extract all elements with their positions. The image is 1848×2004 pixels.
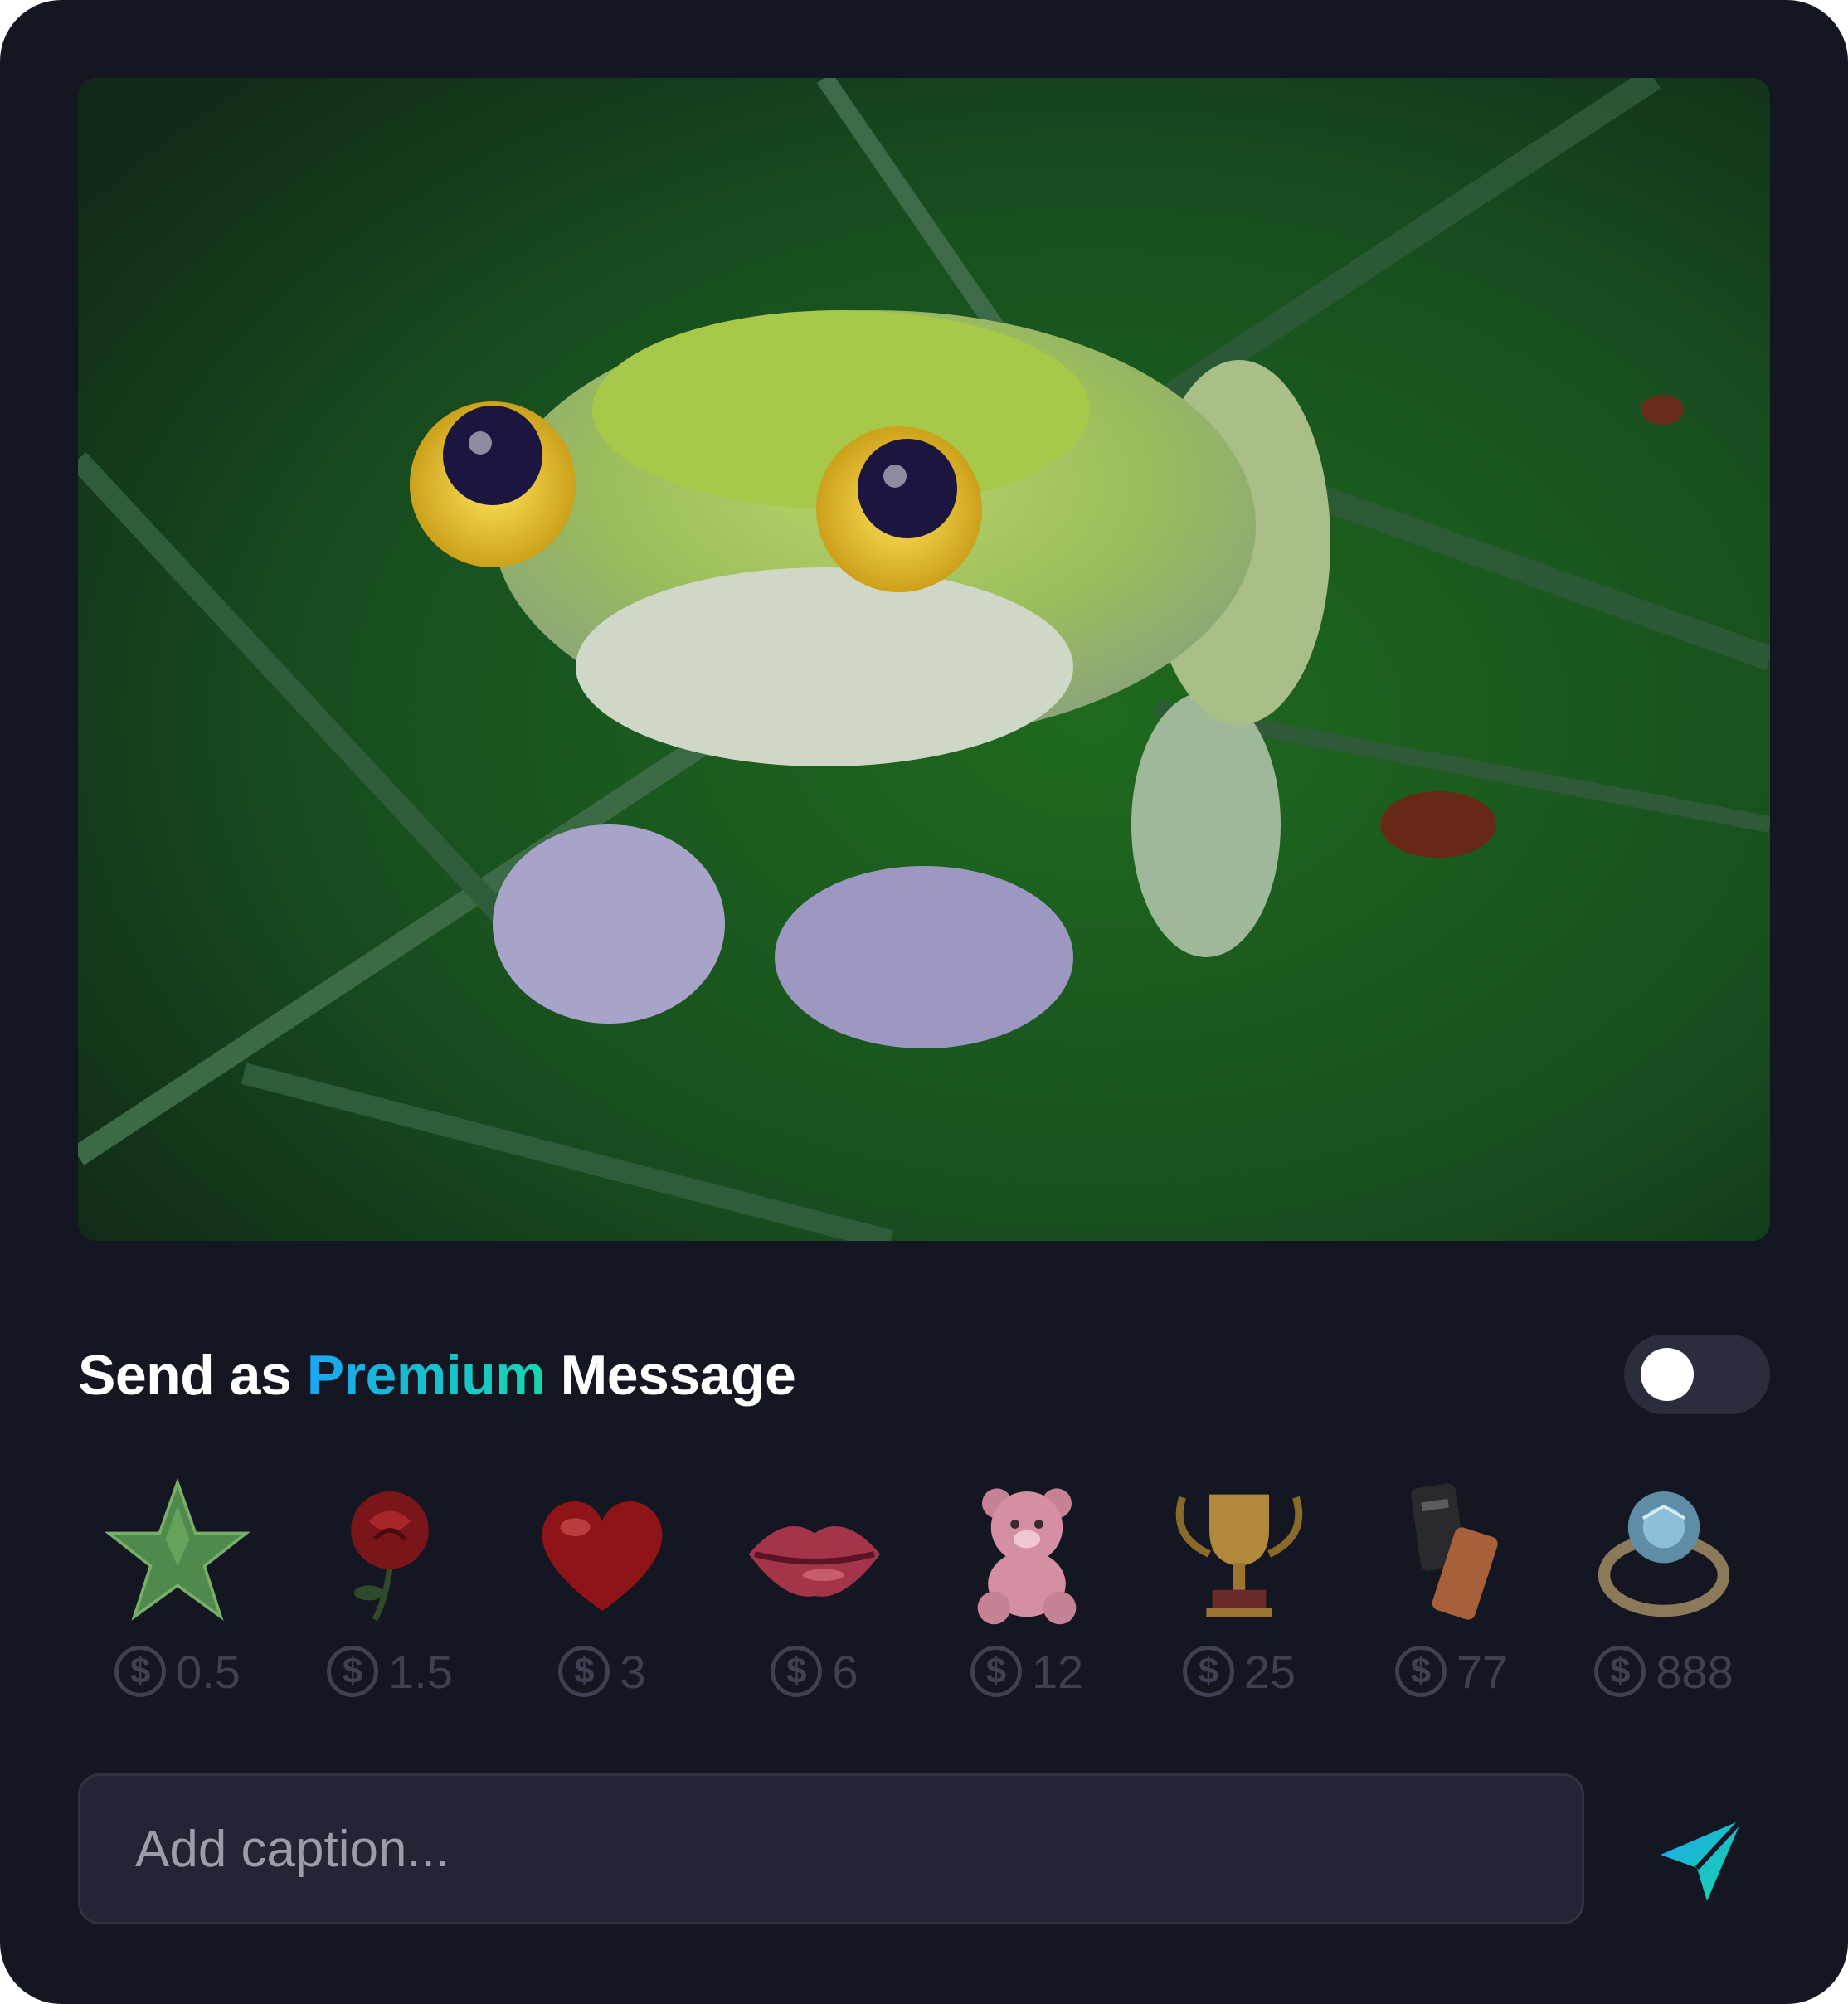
gift-price: $ 77 bbox=[1352, 1642, 1551, 1700]
caption-field[interactable] bbox=[78, 1773, 1584, 1924]
premium-media-composer: Send as Premium Message $ 0.5 $ 1.5 $ 3 … bbox=[0, 0, 1848, 2004]
gift-price-value: 888 bbox=[1656, 1645, 1734, 1698]
gift-price: $ 25 bbox=[1140, 1642, 1339, 1700]
premium-label-highlight: Premium bbox=[306, 1344, 546, 1407]
coin-icon: $ bbox=[1182, 1646, 1234, 1697]
coin-icon: $ bbox=[558, 1646, 610, 1697]
gift-price-value: 6 bbox=[832, 1645, 858, 1698]
gift-trophy[interactable]: $ 25 bbox=[1140, 1476, 1339, 1709]
coin-icon: $ bbox=[1594, 1646, 1646, 1697]
gift-star[interactable]: $ 0.5 bbox=[78, 1476, 277, 1709]
gift-price: $ 3 bbox=[503, 1642, 702, 1700]
send-icon bbox=[1661, 1817, 1744, 1901]
gift-list: $ 0.5 $ 1.5 $ 3 $ 6 $ 12 $ 25 $ 77 $ 888 bbox=[78, 1476, 1770, 1709]
toggle-knob bbox=[1641, 1348, 1694, 1401]
teddy-bear-icon bbox=[952, 1476, 1102, 1626]
coin-icon: $ bbox=[114, 1646, 167, 1697]
premium-label-prefix: Send as bbox=[78, 1344, 292, 1407]
gift-price-value: 12 bbox=[1031, 1645, 1084, 1698]
trophy-icon bbox=[1165, 1476, 1314, 1626]
gift-price: $ 888 bbox=[1564, 1642, 1763, 1700]
premium-toggle[interactable] bbox=[1624, 1335, 1770, 1414]
gift-price-value: 0.5 bbox=[176, 1645, 241, 1698]
premium-label-suffix: Message bbox=[560, 1344, 796, 1407]
coin-icon: $ bbox=[771, 1646, 823, 1697]
gift-price-value: 25 bbox=[1243, 1645, 1296, 1698]
phone-icon bbox=[1377, 1476, 1526, 1626]
coin-icon: $ bbox=[970, 1646, 1022, 1697]
gift-lips[interactable]: $ 6 bbox=[715, 1476, 914, 1709]
gift-price: $ 6 bbox=[715, 1642, 914, 1700]
gift-rose[interactable]: $ 1.5 bbox=[290, 1476, 489, 1709]
lips-icon bbox=[740, 1476, 889, 1626]
gift-price-value: 77 bbox=[1456, 1645, 1509, 1698]
caption-input[interactable] bbox=[80, 1776, 1582, 1922]
gift-price-value: 3 bbox=[620, 1645, 646, 1698]
gift-teddy-bear[interactable]: $ 12 bbox=[927, 1476, 1126, 1709]
gift-price-value: 1.5 bbox=[388, 1645, 453, 1698]
gift-ring[interactable]: $ 888 bbox=[1564, 1476, 1763, 1709]
coin-icon: $ bbox=[1394, 1646, 1447, 1697]
premium-message-label: Send as Premium Message bbox=[78, 1343, 796, 1408]
attached-photo[interactable] bbox=[78, 78, 1770, 1241]
heart-icon bbox=[528, 1476, 677, 1626]
gift-price: $ 12 bbox=[927, 1642, 1126, 1700]
gift-heart[interactable]: $ 3 bbox=[503, 1476, 702, 1709]
star-icon bbox=[103, 1476, 252, 1626]
frog-photo-image bbox=[78, 78, 1770, 1241]
gift-phone[interactable]: $ 77 bbox=[1352, 1476, 1551, 1709]
send-button[interactable] bbox=[1651, 1808, 1750, 1908]
premium-message-row: Send as Premium Message bbox=[78, 1331, 1770, 1414]
gift-price: $ 1.5 bbox=[290, 1642, 489, 1700]
ring-icon bbox=[1589, 1476, 1739, 1626]
gift-price: $ 0.5 bbox=[78, 1642, 277, 1700]
rose-icon bbox=[315, 1476, 464, 1626]
coin-icon: $ bbox=[327, 1646, 379, 1697]
